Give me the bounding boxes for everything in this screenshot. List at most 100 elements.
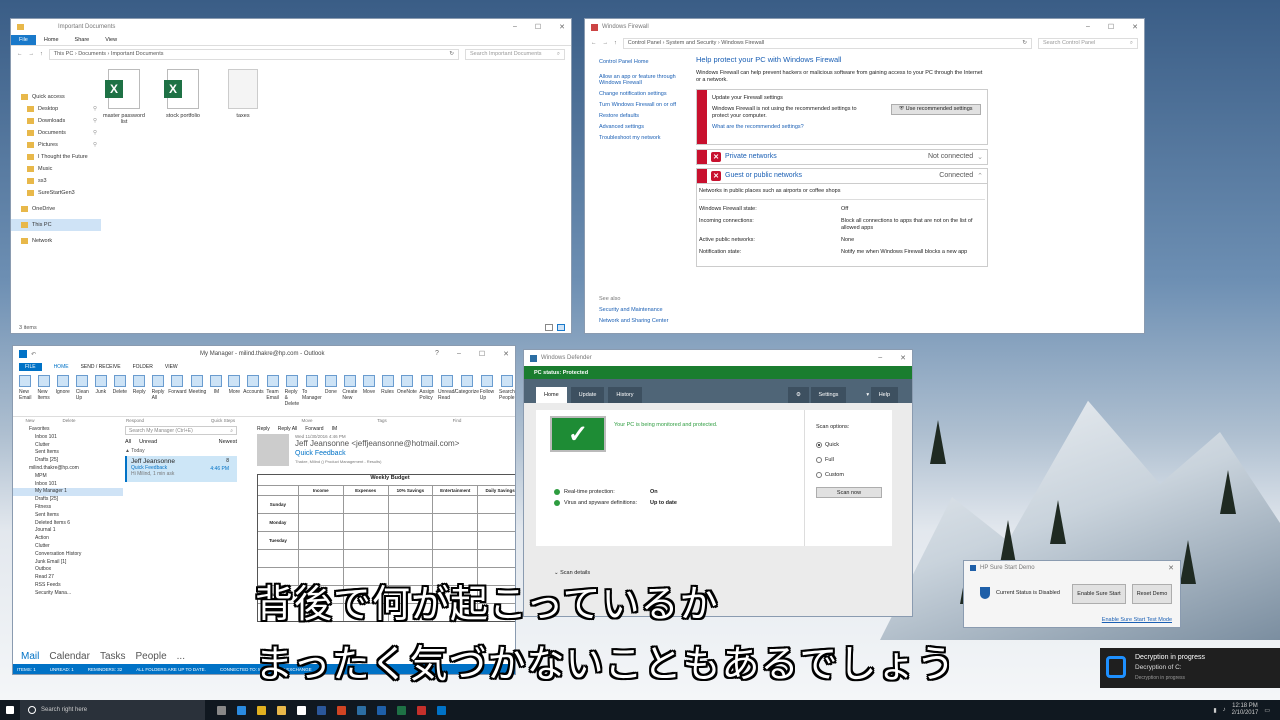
file-taxes[interactable]: taxes [218,69,268,119]
mail-search-input[interactable]: Search My Manager (Ctrl+E) ⌕ [125,426,237,435]
close-button[interactable]: ✕ [559,23,565,31]
nav-item[interactable]: Network [11,235,101,247]
nav-item[interactable]: OneDrive [11,203,101,215]
bitlocker-toast[interactable]: Decryption in progress Decryption of C: … [1100,648,1280,688]
reading-action-button[interactable]: Forward [305,426,323,432]
outlook-nav-item[interactable]: Tasks [100,651,126,662]
ribbon-button[interactable]: Accounts [243,375,264,413]
ribbon-tab-view[interactable]: View [97,35,125,45]
folder-item[interactable]: milind.thakre@hp.com [13,465,123,473]
ribbon-button[interactable]: Follow Up [480,375,494,413]
ribbon-button[interactable]: More [228,375,241,413]
radio-quick[interactable]: Quick [816,442,882,448]
folder-item[interactable]: Clutter [13,543,123,551]
ribbon-button[interactable]: To Manager [302,375,322,413]
ribbon-button[interactable]: New Items [38,375,50,413]
outlook-tab[interactable]: HOME [54,364,69,370]
ribbon-button[interactable]: Reply All [152,375,164,413]
nav-item[interactable]: This PC [11,219,101,231]
chevron-down-icon[interactable]: ⌄ [977,153,983,161]
nav-item[interactable]: ss3 [11,175,101,187]
file-explorer-icon[interactable] [271,700,291,720]
store-icon[interactable] [291,700,311,720]
folder-item[interactable]: Action [13,535,123,543]
file-master-password-list[interactable]: X master password list [99,69,149,125]
outlook-nav-item[interactable]: People [136,651,167,662]
defender-icon[interactable] [351,700,371,720]
maximize-button[interactable]: ☐ [1108,23,1114,31]
ribbon-tab-share[interactable]: Share [67,35,98,45]
close-button[interactable]: ✕ [900,354,906,362]
filter-unread[interactable]: Unread [139,439,157,445]
nav-item[interactable]: Music [11,163,101,175]
clock-time[interactable]: 12:18 PM [1232,703,1259,710]
nav-item[interactable]: Downloads ⚲ [11,115,101,127]
private-networks-row[interactable]: ✕ Private networks Not connected ⌄ [696,148,988,165]
close-button[interactable]: ✕ [503,350,509,358]
word-icon[interactable] [311,700,331,720]
ribbon-button[interactable]: New Email [19,375,32,413]
outlook-tab[interactable]: VIEW [165,364,178,370]
folder-item[interactable]: Favorites [13,426,123,434]
sort-newest[interactable]: Newest [219,439,237,445]
minimize-button[interactable]: – [457,350,461,358]
folder-item[interactable]: Inbox 101 [13,434,123,442]
powerpoint-icon[interactable] [331,700,351,720]
filter-all[interactable]: All [125,439,131,445]
link-restore-defaults[interactable]: Restore defaults [599,113,687,119]
taskbar-search[interactable]: Search right here [20,700,205,720]
file-stock-portfolio[interactable]: X stock portfolio [158,69,208,119]
outlook-nav-item[interactable]: ... [177,651,185,662]
clock-date[interactable]: 2/10/2017 [1232,710,1259,717]
folder-item[interactable]: Conversation History [13,551,123,559]
minimize-button[interactable]: – [513,23,517,31]
folder-item[interactable]: Sent Items [13,512,123,520]
details-view-icon[interactable] [545,324,553,331]
chevron-up-icon[interactable]: ⌃ [977,172,983,180]
folder-item[interactable]: Sent Items [13,449,123,457]
outlook-nav-item[interactable]: Calendar [49,651,90,662]
up-arrow-icon[interactable]: ↑ [40,51,43,57]
tab-home[interactable]: Home [536,387,567,403]
control-panel-search-input[interactable]: Search Control Panel ⌕ [1038,37,1138,49]
folder-item[interactable]: MPM [13,473,123,481]
close-button[interactable]: ✕ [1132,23,1138,31]
refresh-icon[interactable]: ↻ [449,51,454,57]
link-troubleshoot-network[interactable]: Troubleshoot my network [599,135,687,141]
explorer-search-input[interactable]: Search Important Documents ⌕ [465,48,565,60]
nav-item[interactable]: Desktop ⚲ [11,103,101,115]
help-button[interactable]: ▾ Help [858,387,906,403]
maximize-button[interactable]: ☐ [535,23,541,31]
maximize-button[interactable]: ☐ [479,350,485,358]
start-button[interactable] [0,700,20,720]
outlook-tab[interactable]: FILE [19,363,42,371]
use-recommended-settings-button[interactable]: ⛨ Use recommended settings [891,103,981,115]
outlook-tab[interactable]: FOLDER [133,364,153,370]
folder-item[interactable]: Fitness [13,504,123,512]
folder-item[interactable]: Junk Email [1] [13,559,123,567]
enable-sure-start-button[interactable]: Enable Sure Start [1072,584,1126,604]
reading-action-button[interactable]: Reply All [278,426,297,432]
radio-custom[interactable]: Custom [816,472,882,478]
radio-full[interactable]: Full [816,457,882,463]
ribbon-button[interactable]: Forward [168,375,187,413]
task-view-icon[interactable] [211,700,231,720]
ribbon-button[interactable]: Create New [342,375,357,413]
reading-action-button[interactable]: IM [332,426,338,432]
folder-item[interactable]: Read 27 [13,574,123,582]
ribbon-button[interactable]: Assign Policy [419,375,434,413]
ribbon-button[interactable]: Reply & Delete [285,375,299,413]
volume-icon[interactable]: ♪ [1223,707,1226,713]
firewall-address-bar[interactable]: Control Panel › System and Security › Wi… [622,37,1032,49]
folder-item[interactable]: Deleted Items 6 [13,520,123,528]
ribbon-button[interactable]: Ignore [56,375,70,413]
nav-item[interactable]: SureStartGen3 [11,187,101,199]
notifications-icon[interactable]: ▭ [1264,707,1270,714]
minimize-button[interactable]: – [878,354,882,362]
nav-item[interactable]: I Thought the Future [11,151,101,163]
ribbon-button[interactable]: Rules [381,375,394,413]
ribbon-button[interactable]: Junk [94,375,107,413]
excel-icon[interactable] [391,700,411,720]
network-icon[interactable]: ▮ [1213,707,1216,714]
ribbon-button[interactable]: Delete [113,375,127,413]
